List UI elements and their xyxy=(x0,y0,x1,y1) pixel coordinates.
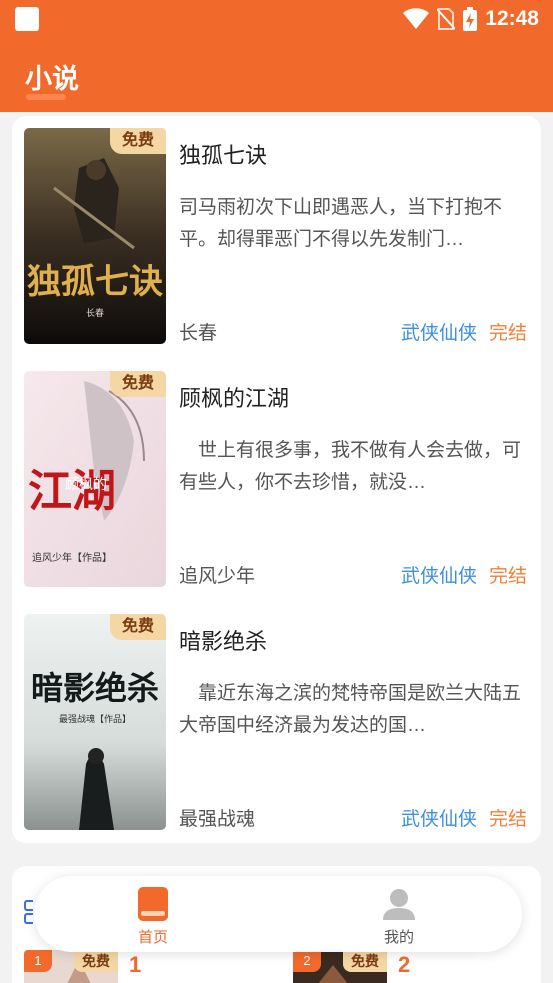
book-list-card: 独孤七诀 长春 免费 独孤七诀 司马雨初次下山即遇恶人，当下打抱不平。却得罪恶门… xyxy=(12,116,541,843)
book-cover[interactable]: 江湖 顾枫的 追风少年【作品】 免费 xyxy=(24,371,166,587)
svg-text:最强战魂【作品】: 最强战魂【作品】 xyxy=(59,713,131,724)
free-badge: 免费 xyxy=(110,614,166,640)
rank-badge: 1 xyxy=(24,950,52,972)
status-bar: 12:48 xyxy=(0,0,553,38)
free-badge: 免费 xyxy=(110,371,166,397)
book-item[interactable]: 独孤七诀 长春 免费 独孤七诀 司马雨初次下山即遇恶人，当下打抱不平。却得罪恶门… xyxy=(24,116,529,344)
book-status: 完结 xyxy=(489,566,528,587)
section-icon xyxy=(24,899,34,925)
rank-number: 1 xyxy=(129,952,142,977)
bottom-nav: 首页 我的 xyxy=(34,876,522,952)
nav-home[interactable]: 首页 xyxy=(113,884,193,946)
user-icon xyxy=(383,889,415,920)
book-category: 武侠仙侠 xyxy=(401,566,478,587)
clock: 12:48 xyxy=(485,7,539,30)
book-author: 长春 xyxy=(179,323,218,344)
book-icon xyxy=(138,887,168,921)
book-item[interactable]: 江湖 顾枫的 追风少年【作品】 免费 顾枫的江湖 世上有很多事，我不做有人会去做… xyxy=(24,359,529,587)
nav-mine[interactable]: 我的 xyxy=(359,884,439,946)
book-category: 武侠仙侠 xyxy=(401,809,478,830)
nav-label: 首页 xyxy=(137,929,168,946)
book-author: 最强战魂 xyxy=(179,809,256,830)
rank-badge: 2 xyxy=(293,950,321,972)
book-description: 靠近东海之滨的梵特帝国是欧兰大陆五大帝国中经济最为发达的国… xyxy=(179,683,522,736)
book-description: 世上有很多事，我不做有人会去做，可有些人，你不去珍惜，就没… xyxy=(179,440,522,493)
book-cover[interactable]: 独孤七诀 长春 免费 xyxy=(24,128,166,344)
no-sim-icon xyxy=(437,8,456,30)
svg-text:顾枫的: 顾枫的 xyxy=(65,476,107,492)
nav-label: 我的 xyxy=(383,929,414,946)
book-author: 追风少年 xyxy=(179,566,256,587)
free-badge: 免费 xyxy=(343,950,387,972)
book-status: 完结 xyxy=(489,323,528,344)
wifi-icon xyxy=(403,8,430,29)
svg-text:暗影绝杀: 暗影绝杀 xyxy=(31,669,159,707)
battery-charging-icon xyxy=(463,7,478,31)
page-title: 小说 xyxy=(25,64,79,95)
book-item[interactable]: 暗影绝杀 最强战魂【作品】 免费 暗影绝杀 靠近东海之滨的梵特帝国是欧兰大陆五大… xyxy=(24,602,529,830)
book-description: 司马雨初次下山即遇恶人，当下打抱不平。却得罪恶门不得以先发制门… xyxy=(179,197,503,250)
free-badge: 免费 xyxy=(74,950,118,972)
book-title: 暗影绝杀 xyxy=(179,629,268,654)
book-title: 顾枫的江湖 xyxy=(179,386,290,411)
app-notification-icon xyxy=(15,7,39,31)
book-status: 完结 xyxy=(489,809,528,830)
app-bar: 小说 xyxy=(0,38,553,112)
free-badge: 免费 xyxy=(110,128,166,154)
status-icons: 12:48 xyxy=(403,6,539,32)
svg-text:长春: 长春 xyxy=(86,307,104,318)
svg-text:独孤七诀: 独孤七诀 xyxy=(27,262,163,302)
book-category: 武侠仙侠 xyxy=(401,323,478,344)
rank-number: 2 xyxy=(398,952,411,977)
book-title: 独孤七诀 xyxy=(179,143,268,168)
svg-text:追风少年【作品】: 追风少年【作品】 xyxy=(32,551,112,564)
book-cover[interactable]: 暗影绝杀 最强战魂【作品】 免费 xyxy=(24,614,166,830)
ranking-item[interactable]: 1 免费 xyxy=(24,950,118,983)
ranking-item[interactable]: 2 免费 xyxy=(293,950,387,983)
